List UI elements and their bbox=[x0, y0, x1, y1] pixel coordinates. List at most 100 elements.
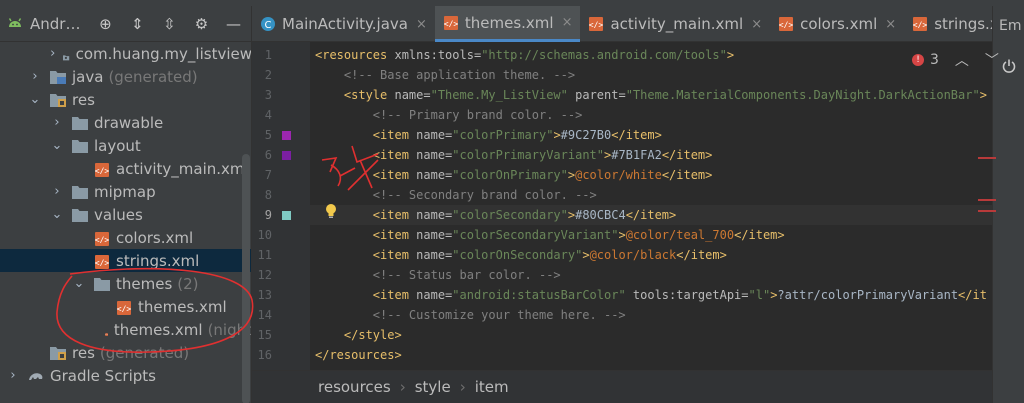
error-stripe-marker[interactable] bbox=[978, 210, 996, 212]
chevron-down-icon[interactable]: ⌄ bbox=[28, 92, 42, 107]
xml-file-icon: </> bbox=[116, 300, 132, 315]
editor-gutter[interactable]: 1 2 3 4 5 6 7 8 9 10 11 12 13 14 15 16 bbox=[252, 42, 310, 370]
tree-item[interactable]: res (generated) bbox=[0, 341, 251, 364]
line-number: 13 bbox=[257, 288, 272, 302]
breadcrumb-item[interactable]: style bbox=[415, 378, 451, 396]
line-number: 16 bbox=[257, 348, 272, 362]
chevron-right-icon[interactable]: › bbox=[6, 368, 20, 383]
tree-item[interactable]: ⌄ values bbox=[0, 203, 251, 226]
code-line[interactable]: <!-- Status bar color. --> bbox=[315, 265, 561, 285]
xml-file-icon: </> bbox=[443, 15, 459, 31]
svg-text:</>: </> bbox=[444, 19, 459, 28]
editor-tab[interactable]: </> activity_main.xml × bbox=[580, 6, 770, 42]
code-line[interactable]: </resources> bbox=[315, 345, 402, 365]
code-line[interactable]: </style> bbox=[315, 325, 402, 345]
error-icon: ! bbox=[912, 54, 924, 66]
close-icon[interactable]: × bbox=[416, 17, 427, 32]
tree-item-label: themes.xml bbox=[113, 320, 203, 339]
folder-res-icon bbox=[50, 346, 66, 360]
close-icon[interactable]: × bbox=[885, 17, 896, 32]
breadcrumb-item[interactable]: resources bbox=[318, 378, 391, 396]
line-number: 9 bbox=[264, 208, 272, 222]
close-icon[interactable]: × bbox=[562, 15, 573, 30]
code-line[interactable]: <item name="colorSecondary">#80CBC4</ite… bbox=[310, 205, 992, 225]
svg-text:</>: </> bbox=[95, 235, 110, 244]
tree-item[interactable]: › mipmap bbox=[0, 180, 251, 203]
error-stripe-marker[interactable] bbox=[978, 157, 996, 159]
tree-item[interactable]: ⌄ themes (2) bbox=[0, 272, 251, 295]
chevron-down-icon[interactable]: ⌄ bbox=[50, 207, 64, 222]
code-line[interactable]: <style name="Theme.My_ListView" parent="… bbox=[315, 85, 987, 105]
tree-item-label: Gradle Scripts bbox=[50, 366, 156, 385]
tree-item[interactable]: › com.huang.my_listview bbox=[0, 42, 252, 65]
expand-icon[interactable]: ⇳ bbox=[158, 15, 180, 33]
chevron-right-icon[interactable]: › bbox=[50, 184, 64, 199]
error-stripe-marker[interactable] bbox=[978, 199, 996, 201]
breadcrumb-item[interactable]: item bbox=[475, 378, 509, 396]
next-highlight-icon[interactable]: ﹀ bbox=[985, 50, 999, 70]
color-swatch-icon[interactable] bbox=[282, 131, 291, 140]
close-icon[interactable]: × bbox=[751, 17, 762, 32]
tree-item[interactable]: ⌄ layout bbox=[0, 134, 251, 157]
line-number: 12 bbox=[257, 268, 272, 282]
tree-item[interactable]: › Gradle Scripts bbox=[0, 364, 251, 387]
chevron-right-icon[interactable]: › bbox=[50, 115, 64, 130]
previous-highlight-icon[interactable]: ︿ bbox=[955, 50, 969, 70]
svg-text:</>: </> bbox=[589, 21, 604, 30]
android-icon bbox=[8, 17, 22, 27]
gradle-icon bbox=[28, 369, 44, 383]
chevron-down-icon[interactable]: ⌄ bbox=[50, 138, 64, 153]
gear-icon[interactable]: ⚙ bbox=[190, 15, 212, 33]
tree-item[interactable]: </> themes.xml (night bbox=[0, 318, 251, 341]
svg-text:</>: </> bbox=[117, 304, 132, 313]
project-view-selector[interactable]: Andr… bbox=[30, 15, 80, 33]
breadcrumb-separator: › bbox=[459, 378, 466, 396]
code-line[interactable]: <!-- Customize your theme here. --> bbox=[315, 305, 626, 325]
tree-item[interactable]: </> colors.xml bbox=[0, 226, 251, 249]
code-line[interactable]: <!-- Primary brand color. --> bbox=[315, 105, 583, 125]
code-line[interactable]: <item name="colorPrimaryVariant">#7B1FA2… bbox=[315, 145, 713, 165]
folder-package-icon bbox=[63, 47, 70, 61]
color-swatch-icon[interactable] bbox=[282, 211, 291, 220]
collapse-icon[interactable]: ⇕ bbox=[126, 15, 148, 33]
scrollbar[interactable] bbox=[242, 154, 250, 403]
line-number: 1 bbox=[264, 48, 272, 62]
code-line[interactable]: <item name="android:statusBarColor" tool… bbox=[315, 285, 987, 305]
line-number: 14 bbox=[257, 308, 272, 322]
color-swatch-icon[interactable] bbox=[282, 151, 291, 160]
code-line[interactable]: <!-- Base application theme. --> bbox=[315, 65, 575, 85]
code-editor[interactable]: <resources xmlns:tools="http://schemas.a… bbox=[310, 42, 992, 370]
tree-item-label: com.huang.my_listview bbox=[75, 44, 252, 63]
code-line[interactable]: <resources xmlns:tools="http://schemas.a… bbox=[315, 45, 734, 65]
lightbulb-icon[interactable] bbox=[324, 203, 338, 219]
tree-item[interactable]: › java (generated) bbox=[0, 65, 251, 88]
chevron-right-icon[interactable]: › bbox=[50, 46, 55, 61]
code-line[interactable]: <!-- Secondary brand color. --> bbox=[315, 185, 597, 205]
emulator-tool-label[interactable]: Em bbox=[999, 18, 1021, 34]
tree-item[interactable]: ⌄ res bbox=[0, 88, 251, 111]
tree-item-label: activity_main.xml bbox=[116, 159, 249, 178]
chevron-right-icon[interactable]: › bbox=[28, 69, 42, 84]
chevron-down-icon[interactable]: ⌄ bbox=[72, 276, 86, 291]
inspection-widget[interactable]: ! 3 ︿ ﹀ bbox=[912, 50, 999, 70]
editor-tab[interactable]: </> themes.xml × bbox=[434, 6, 581, 42]
tab-label: MainActivity.java bbox=[282, 15, 408, 33]
line-number: 10 bbox=[257, 228, 272, 242]
svg-text:</>: </> bbox=[913, 21, 928, 30]
folder-icon bbox=[72, 139, 88, 153]
tree-item[interactable]: › drawable bbox=[0, 111, 251, 134]
minimize-icon[interactable]: — bbox=[222, 15, 244, 33]
tree-item[interactable]: </> themes.xml bbox=[0, 295, 251, 318]
code-line[interactable]: <item name="colorOnSecondary">@color/bla… bbox=[315, 245, 727, 265]
code-line[interactable]: <item name="colorPrimary">#9C27B0</item> bbox=[315, 125, 662, 145]
tree-item-label: res bbox=[72, 343, 95, 362]
editor-tab[interactable]: </> colors.xml × bbox=[770, 6, 904, 42]
code-line[interactable]: <item name="colorSecondaryVariant">@colo… bbox=[315, 225, 785, 245]
power-icon[interactable] bbox=[1001, 58, 1017, 74]
locate-icon[interactable]: ⊕ bbox=[94, 15, 116, 33]
code-line[interactable]: <item name="colorOnPrimary">@color/white… bbox=[315, 165, 713, 185]
tree-item[interactable]: </> activity_main.xml bbox=[0, 157, 251, 180]
xml-file-icon: </> bbox=[778, 16, 794, 32]
editor-tab[interactable]: C MainActivity.java × bbox=[252, 6, 435, 42]
tree-item[interactable]: </> strings.xml bbox=[0, 249, 251, 272]
